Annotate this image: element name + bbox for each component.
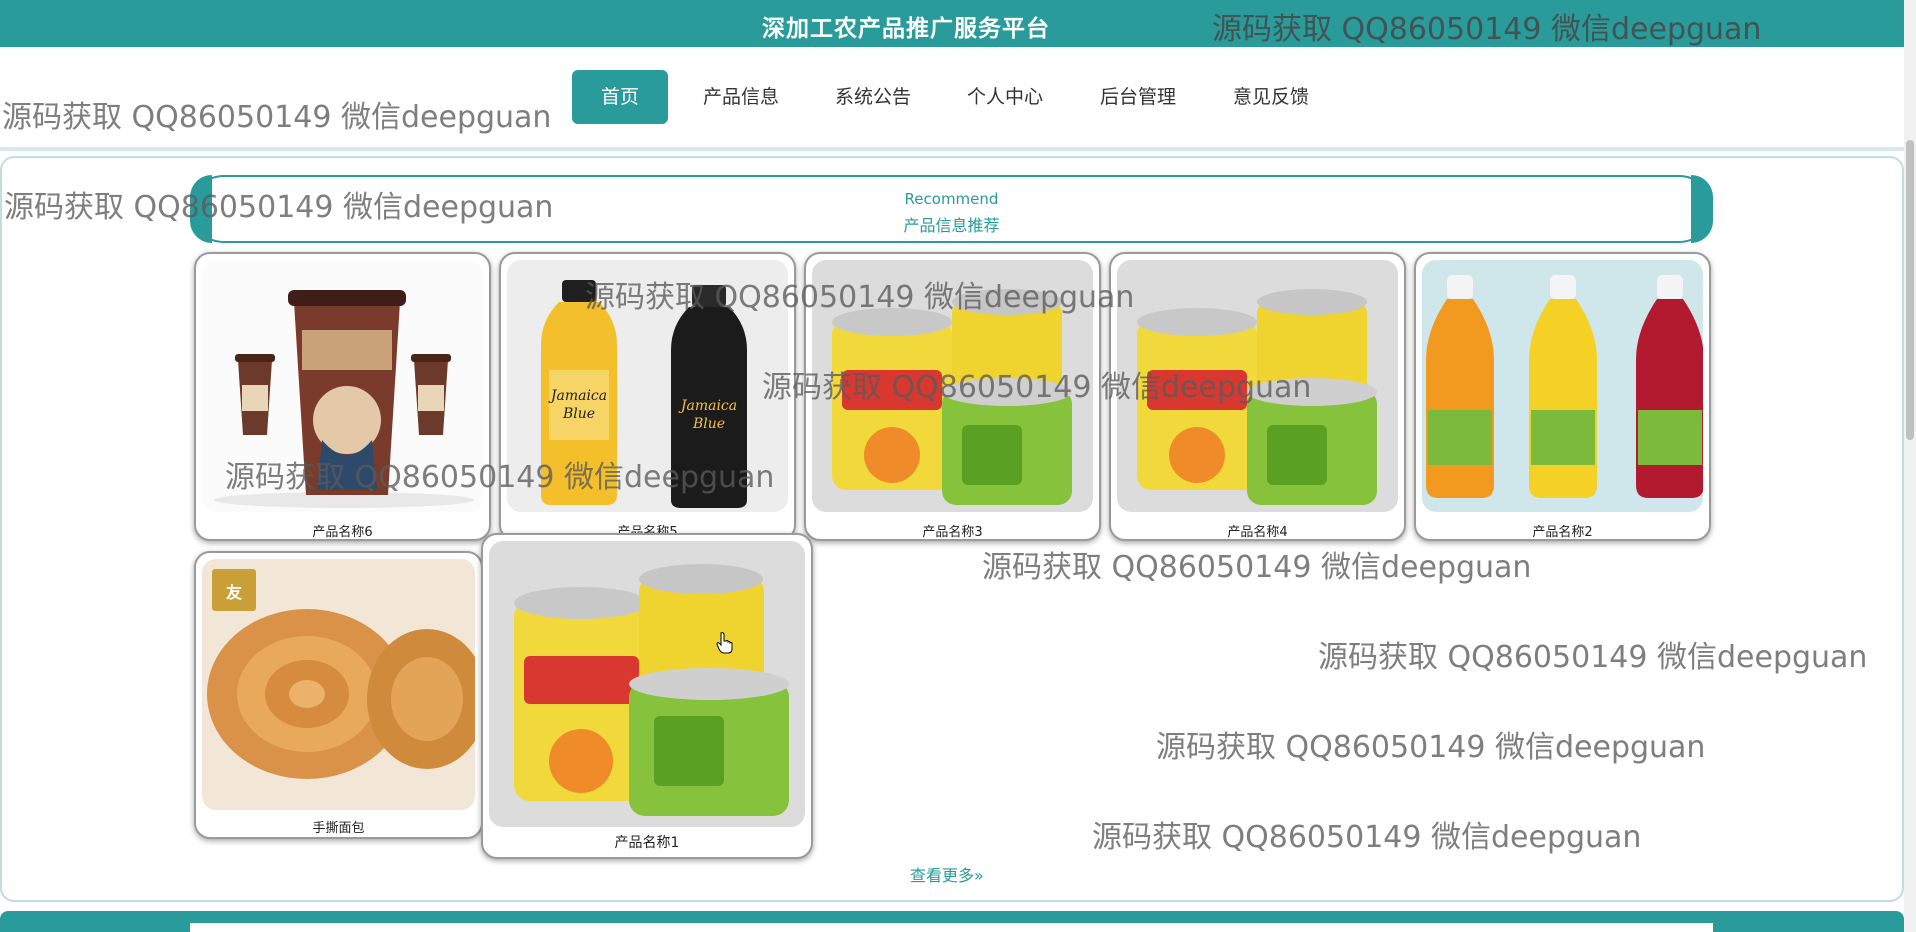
top-bar: 深加工农产品推广服务平台 <box>0 0 1904 47</box>
footer-inner <box>190 923 1713 932</box>
product-name[interactable]: 手撕面包 <box>196 817 481 836</box>
see-more-link[interactable]: 查看更多» <box>910 862 984 886</box>
nav-announcements[interactable]: 系统公告 <box>822 70 924 124</box>
product-card[interactable]: Jamaica Blue Jamaica Blue 产品名称5 <box>499 252 796 541</box>
nav-feedback[interactable]: 意见反馈 <box>1220 70 1322 124</box>
site-title: 深加工农产品推广服务平台 <box>762 16 1050 42</box>
nav-profile[interactable]: 个人中心 <box>954 70 1056 124</box>
footer-bar <box>0 911 1904 932</box>
main-nav: 首页 产品信息 系统公告 个人中心 后台管理 意见反馈 <box>0 47 1904 147</box>
juice-cans-image <box>1117 260 1398 512</box>
scrollbar-thumb[interactable] <box>1906 140 1914 440</box>
hand-cursor-icon <box>716 632 734 658</box>
nav-products[interactable]: 产品信息 <box>690 70 792 124</box>
product-card[interactable]: 产品名称1 <box>481 533 813 859</box>
product-card[interactable]: 产品名称4 <box>1109 252 1406 541</box>
product-name[interactable]: 产品名称4 <box>1111 521 1404 539</box>
svg-text:友: 友 <box>226 583 243 602</box>
svg-text:Blue: Blue <box>562 406 595 422</box>
product-name[interactable]: 产品名称6 <box>196 521 489 539</box>
product-name[interactable]: 产品名称1 <box>483 832 811 852</box>
svg-text:Blue: Blue <box>692 416 725 432</box>
nav-admin[interactable]: 后台管理 <box>1087 70 1189 124</box>
juice-cans-image <box>812 260 1093 512</box>
product-name[interactable]: 产品名称2 <box>1416 521 1709 539</box>
coffee-cups-image <box>202 260 483 512</box>
product-card[interactable]: 产品名称2 <box>1414 252 1711 541</box>
product-card[interactable]: 产品名称3 <box>804 252 1101 541</box>
svg-text:Jamaica: Jamaica <box>548 388 607 404</box>
recommend-title-cn: 产品信息推荐 <box>903 216 1000 235</box>
recommend-title-en: Recommend <box>904 190 999 208</box>
svg-text:Jamaica: Jamaica <box>678 398 737 414</box>
jamaica-bottles-image: Jamaica Blue Jamaica Blue <box>507 260 788 512</box>
product-card[interactable]: 友 手撕面包 <box>194 551 483 839</box>
nav-divider <box>0 147 1904 151</box>
juice-cans-image <box>489 541 805 827</box>
bread-image: 友 <box>202 559 475 810</box>
nav-home[interactable]: 首页 <box>572 70 668 124</box>
product-card[interactable]: 产品名称6 <box>194 252 491 541</box>
page-scrollbar[interactable] <box>1904 0 1916 932</box>
product-name[interactable]: 产品名称3 <box>806 521 1099 539</box>
juice-bottles-image <box>1422 260 1703 512</box>
recommend-header: Recommend 产品信息推荐 <box>190 175 1713 243</box>
